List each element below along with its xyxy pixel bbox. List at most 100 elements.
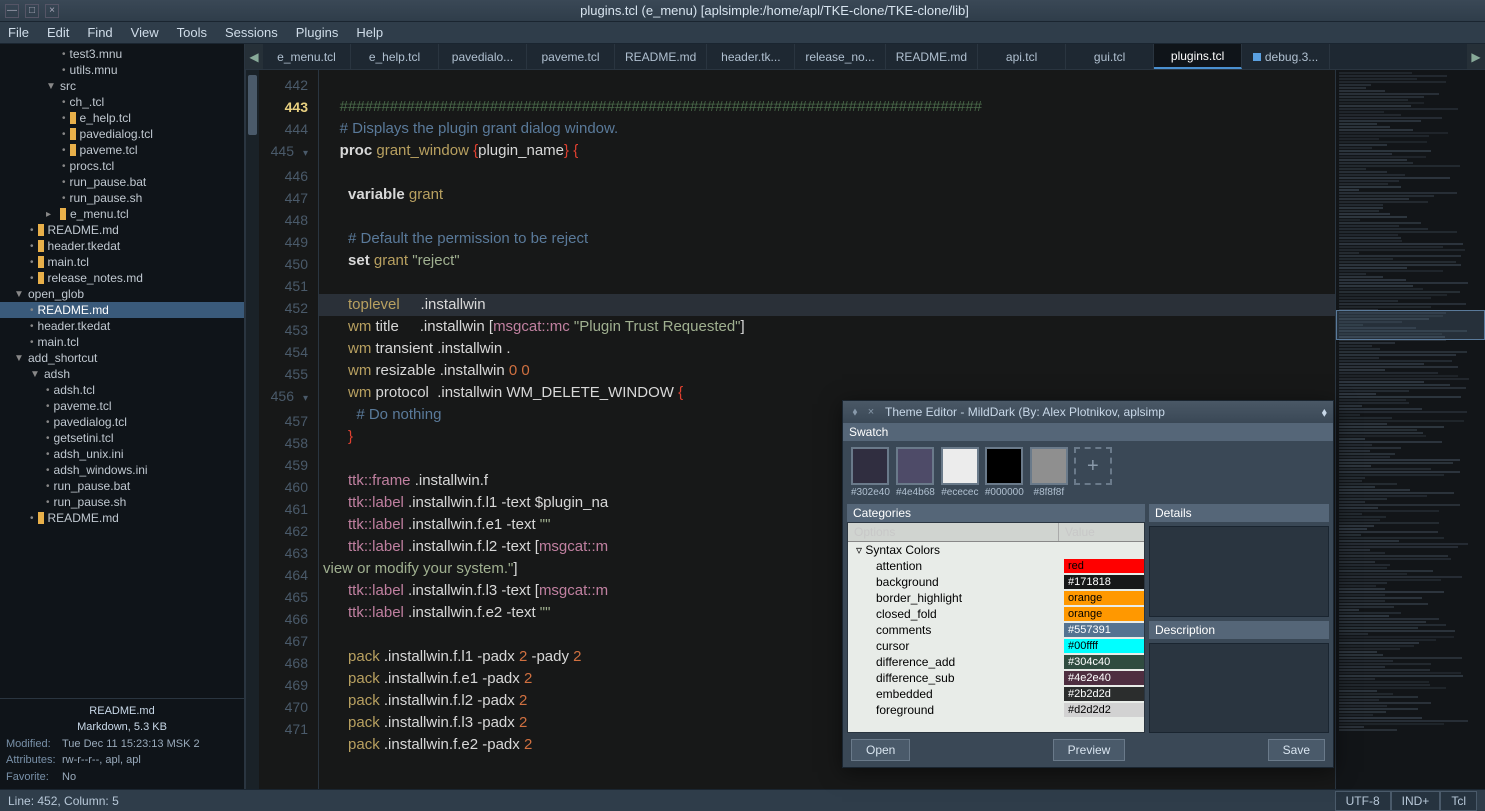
menu-tools[interactable]: Tools bbox=[177, 25, 207, 40]
swatch-color[interactable] bbox=[851, 447, 889, 485]
tree-item[interactable]: •header.tkedat bbox=[0, 238, 244, 254]
option-row[interactable]: attentionred bbox=[848, 558, 1144, 574]
option-value[interactable]: #00ffff bbox=[1064, 639, 1144, 653]
menu-file[interactable]: File bbox=[8, 25, 29, 40]
tree-item[interactable]: •paveme.tcl bbox=[0, 142, 244, 158]
swatch-color[interactable] bbox=[985, 447, 1023, 485]
chevron-down-icon[interactable]: ▼ bbox=[14, 353, 24, 364]
option-row[interactable]: background#171818 bbox=[848, 574, 1144, 590]
swatch-color[interactable] bbox=[941, 447, 979, 485]
tree-item[interactable]: •run_pause.sh bbox=[0, 494, 244, 510]
tab[interactable]: header.tk... bbox=[707, 44, 795, 69]
option-value[interactable]: red bbox=[1064, 559, 1144, 573]
tree-item[interactable]: ▼open_glob bbox=[0, 286, 244, 302]
tree-item[interactable]: •pavedialog.tcl bbox=[0, 414, 244, 430]
tree-item[interactable]: •release_notes.md bbox=[0, 270, 244, 286]
pin-icon[interactable]: ⬧ bbox=[849, 406, 861, 418]
tab[interactable]: plugins.tcl bbox=[1154, 44, 1242, 69]
tab-scroll-right-icon[interactable]: ▶ bbox=[1467, 44, 1485, 69]
chevron-down-icon[interactable]: ▼ bbox=[14, 289, 24, 300]
language-indicator[interactable]: Tcl bbox=[1440, 791, 1477, 811]
tree-item[interactable]: •ch_.tcl bbox=[0, 94, 244, 110]
tree-item[interactable]: •main.tcl bbox=[0, 254, 244, 270]
option-value[interactable]: orange bbox=[1064, 607, 1144, 621]
tree-item[interactable]: •pavedialog.tcl bbox=[0, 126, 244, 142]
swatch-color[interactable] bbox=[896, 447, 934, 485]
tree-item[interactable]: ▸e_menu.tcl bbox=[0, 206, 244, 222]
tree-item[interactable]: •adsh_unix.ini bbox=[0, 446, 244, 462]
option-row[interactable]: cursor#00ffff bbox=[848, 638, 1144, 654]
tree-item[interactable]: •getsetini.tcl bbox=[0, 430, 244, 446]
option-row[interactable]: closed_foldorange bbox=[848, 606, 1144, 622]
menu-help[interactable]: Help bbox=[356, 25, 383, 40]
tree-item[interactable]: •adsh.tcl bbox=[0, 382, 244, 398]
tab[interactable]: paveme.tcl bbox=[527, 44, 615, 69]
chevron-right-icon[interactable]: ▸ bbox=[46, 209, 56, 220]
tree-item[interactable]: •README.md bbox=[0, 302, 244, 318]
option-row[interactable]: foreground#d2d2d2 bbox=[848, 702, 1144, 718]
tab[interactable]: debug.3... bbox=[1242, 44, 1330, 69]
fold-icon[interactable]: ▾ bbox=[298, 388, 308, 410]
option-value[interactable]: #2b2d2d bbox=[1064, 687, 1144, 701]
tree-item[interactable]: •procs.tcl bbox=[0, 158, 244, 174]
preview-button[interactable]: Preview bbox=[1053, 739, 1126, 761]
tree-item[interactable]: •run_pause.bat bbox=[0, 478, 244, 494]
menu-find[interactable]: Find bbox=[87, 25, 112, 40]
tree-item[interactable]: •e_help.tcl bbox=[0, 110, 244, 126]
option-row[interactable]: comments#557391 bbox=[848, 622, 1144, 638]
option-value[interactable]: #171818 bbox=[1064, 575, 1144, 589]
tree-item[interactable]: •README.md bbox=[0, 510, 244, 526]
option-row[interactable]: border_highlightorange bbox=[848, 590, 1144, 606]
indent-indicator[interactable]: IND+ bbox=[1391, 791, 1441, 811]
option-value[interactable]: #4e2e40 bbox=[1064, 671, 1144, 685]
option-value[interactable]: #304c40 bbox=[1064, 655, 1144, 669]
tab[interactable]: gui.tcl bbox=[1066, 44, 1154, 69]
tree-item[interactable]: •test3.mnu bbox=[0, 46, 244, 62]
options-table[interactable]: Options Value ▿ Syntax Colors attentionr… bbox=[847, 522, 1145, 733]
tree-item[interactable]: •README.md bbox=[0, 222, 244, 238]
option-row[interactable]: difference_add#304c40 bbox=[848, 654, 1144, 670]
tree-item[interactable]: ▼adsh bbox=[0, 366, 244, 382]
theme-editor-titlebar[interactable]: ⬧ × Theme Editor - MildDark (By: Alex Pl… bbox=[843, 401, 1333, 423]
swatch-color[interactable] bbox=[1030, 447, 1068, 485]
menu-plugins[interactable]: Plugins bbox=[296, 25, 339, 40]
minimap[interactable] bbox=[1335, 70, 1485, 789]
minimize-icon[interactable]: — bbox=[5, 4, 19, 18]
tree-item[interactable]: •header.tkedat bbox=[0, 318, 244, 334]
tab[interactable]: api.tcl bbox=[978, 44, 1066, 69]
tree-item[interactable]: ▼src bbox=[0, 78, 244, 94]
minimap-viewport[interactable] bbox=[1336, 310, 1485, 340]
save-button[interactable]: Save bbox=[1268, 739, 1325, 761]
file-tree[interactable]: •test3.mnu•utils.mnu▼src•ch_.tcl•e_help.… bbox=[0, 44, 244, 698]
close-icon[interactable]: × bbox=[865, 406, 877, 418]
resize-icon[interactable]: ⬧ bbox=[1322, 405, 1327, 420]
tab-scroll-left-icon[interactable]: ◀ bbox=[245, 44, 263, 69]
syntax-colors-group[interactable]: ▿ Syntax Colors bbox=[848, 542, 1064, 558]
tree-item[interactable]: •run_pause.bat bbox=[0, 174, 244, 190]
tab[interactable]: release_no... bbox=[795, 44, 885, 69]
chevron-down-icon[interactable]: ▼ bbox=[46, 81, 56, 92]
tab[interactable]: e_menu.tcl bbox=[263, 44, 351, 69]
tree-item[interactable]: •paveme.tcl bbox=[0, 398, 244, 414]
option-value[interactable]: #557391 bbox=[1064, 623, 1144, 637]
tab[interactable]: README.md bbox=[886, 44, 978, 69]
close-icon[interactable]: × bbox=[45, 4, 59, 18]
tree-item[interactable]: •main.tcl bbox=[0, 334, 244, 350]
menu-view[interactable]: View bbox=[131, 25, 159, 40]
maximize-icon[interactable]: □ bbox=[25, 4, 39, 18]
tree-item[interactable]: •utils.mnu bbox=[0, 62, 244, 78]
option-row[interactable]: embedded#2b2d2d bbox=[848, 686, 1144, 702]
encoding-indicator[interactable]: UTF-8 bbox=[1335, 791, 1391, 811]
fold-icon[interactable]: ▾ bbox=[298, 143, 308, 165]
open-button[interactable]: Open bbox=[851, 739, 910, 761]
chevron-down-icon[interactable]: ▼ bbox=[30, 369, 40, 380]
tab[interactable]: pavedialo... bbox=[439, 44, 527, 69]
tab[interactable]: e_help.tcl bbox=[351, 44, 439, 69]
tree-item[interactable]: ▼add_shortcut bbox=[0, 350, 244, 366]
option-value[interactable]: #d2d2d2 bbox=[1064, 703, 1144, 717]
tree-item[interactable]: •run_pause.sh bbox=[0, 190, 244, 206]
option-value[interactable]: orange bbox=[1064, 591, 1144, 605]
tree-item[interactable]: •adsh_windows.ini bbox=[0, 462, 244, 478]
menu-edit[interactable]: Edit bbox=[47, 25, 69, 40]
vertical-scrollbar[interactable] bbox=[245, 70, 259, 789]
